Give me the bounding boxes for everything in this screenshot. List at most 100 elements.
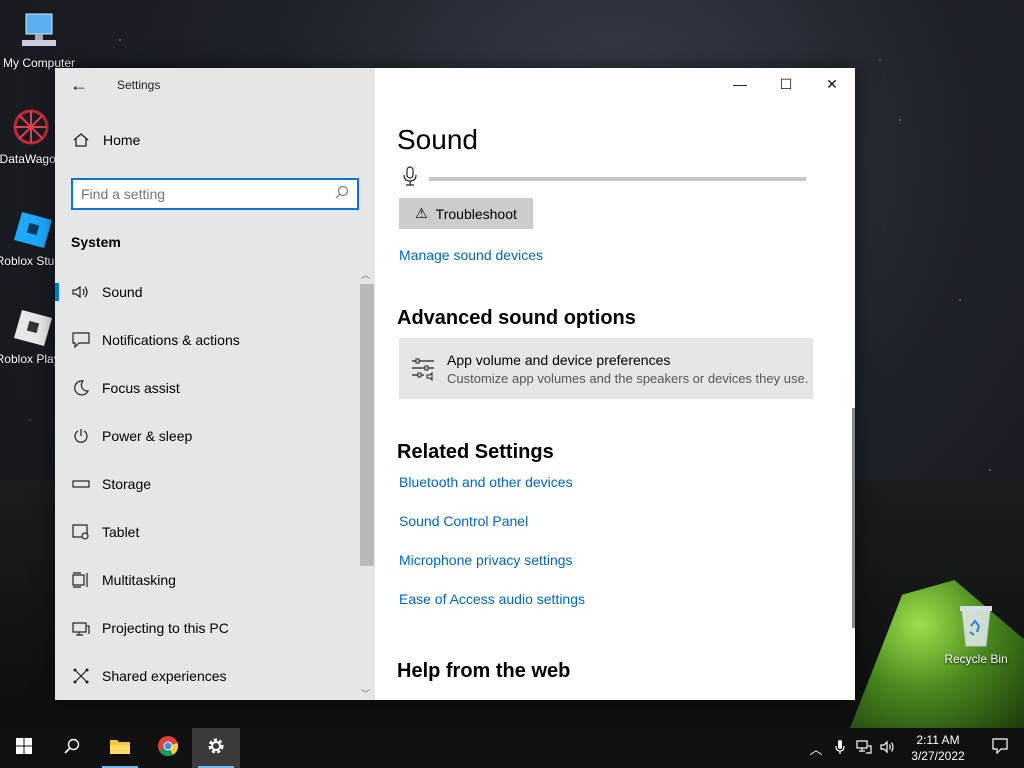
recycle-bin-icon: [940, 600, 1012, 648]
tray-microphone-button[interactable]: [828, 728, 852, 768]
search-icon: [335, 185, 349, 204]
desktop-icon-recycle-bin[interactable]: Recycle Bin: [940, 600, 1012, 666]
taskbar-search-button[interactable]: [48, 728, 96, 768]
mixer-icon: [409, 355, 437, 383]
notification-icon: [992, 737, 1008, 759]
sidebar-item-shared-experiences[interactable]: Shared experiences: [55, 652, 359, 700]
microphone-icon: [403, 166, 417, 191]
section-title: System: [71, 234, 121, 250]
troubleshoot-label: Troubleshoot: [435, 205, 517, 222]
back-arrow-icon: ←: [70, 74, 88, 95]
chrome-icon: [157, 735, 179, 762]
settings-nav-pane: ← Settings Home System Sound: [55, 68, 375, 700]
taskbar: ︿ 2:11 AM 3/27/2022: [0, 728, 1024, 768]
roblox-studio-icon: [10, 206, 56, 252]
chrome-button[interactable]: [144, 728, 192, 768]
storage-icon: [71, 474, 91, 494]
sidebar-item-label: Shared experiences: [102, 668, 227, 684]
microphone-privacy-link[interactable]: Microphone privacy settings: [399, 552, 573, 568]
taskbar-clock[interactable]: 2:11 AM 3/27/2022: [900, 732, 976, 764]
computer-icon: [16, 8, 62, 54]
search-input[interactable]: [81, 186, 335, 202]
file-explorer-button[interactable]: [96, 728, 144, 768]
system-tray: ︿ 2:11 AM 3/27/2022: [804, 728, 1024, 768]
microphone-level-bar: [429, 176, 806, 181]
desktop-icon-my-computer[interactable]: My Computer: [0, 8, 78, 70]
scroll-down-icon[interactable]: ﹀: [361, 687, 370, 700]
nav-home[interactable]: Home: [55, 118, 375, 162]
maximize-button[interactable]: ☐: [763, 68, 809, 100]
search-box[interactable]: [71, 178, 359, 210]
multitasking-icon: [71, 570, 91, 590]
nav-scrollbar[interactable]: ︿ ﹀: [359, 268, 374, 700]
home-icon: [73, 131, 91, 149]
minimize-icon: —: [733, 76, 747, 92]
troubleshoot-button[interactable]: ⚠ Troubleshoot: [399, 198, 533, 229]
search-icon: [64, 738, 80, 759]
projecting-icon: [71, 618, 91, 638]
app-volume-subtitle: Customize app volumes and the speakers o…: [447, 370, 809, 386]
sidebar-item-projecting[interactable]: Projecting to this PC: [55, 604, 359, 652]
shared-icon: [71, 666, 91, 686]
gear-icon: [206, 736, 226, 761]
sidebar-item-label: Storage: [102, 476, 152, 492]
sidebar-item-label: Sound: [102, 284, 143, 300]
ease-of-access-audio-link[interactable]: Ease of Access audio settings: [399, 591, 585, 607]
nav-list: Sound Notifications & actions Focus assi…: [55, 268, 359, 700]
app-volume-text: App volume and device preferences Custom…: [447, 352, 808, 386]
back-button[interactable]: ←: [55, 68, 103, 102]
sidebar-item-power-sleep[interactable]: Power & sleep: [55, 412, 359, 460]
moon-icon: [71, 378, 91, 398]
maximize-icon: ☐: [779, 75, 793, 92]
scroll-up-icon[interactable]: ︿: [361, 268, 370, 281]
settings-window: ← Settings Home System Sound: [55, 68, 855, 700]
sidebar-item-label: Notifications & actions: [102, 332, 240, 348]
manage-sound-devices-link[interactable]: Manage sound devices: [399, 247, 543, 263]
sidebar-item-label: Multitasking: [102, 572, 176, 588]
settings-app-button[interactable]: [192, 728, 240, 768]
close-icon: ✕: [826, 75, 838, 92]
sidebar-item-storage[interactable]: Storage: [55, 460, 359, 508]
bluetooth-devices-link[interactable]: Bluetooth and other devices: [399, 474, 573, 490]
sidebar-item-label: Tablet: [102, 524, 140, 540]
chevron-up-icon: ︿: [809, 741, 823, 757]
close-button[interactable]: ✕: [809, 68, 855, 100]
settings-content: — ☐ ✕ Sound ⚠ Troubleshoot Manage sound …: [375, 68, 855, 700]
tablet-icon: [71, 522, 91, 542]
sidebar-item-tablet[interactable]: Tablet: [55, 508, 359, 556]
window-controls: — ☐ ✕: [717, 68, 855, 100]
clock-date: 3/27/2022: [911, 749, 965, 763]
advanced-sound-heading: Advanced sound options: [397, 307, 636, 329]
minimize-button[interactable]: —: [717, 68, 763, 100]
clock-time: 2:11 AM: [916, 733, 960, 747]
sidebar-item-label: Power & sleep: [102, 428, 193, 444]
app-volume-title: App volume and device preferences: [447, 351, 671, 368]
action-center-button[interactable]: [976, 728, 1024, 768]
start-button[interactable]: [0, 728, 48, 768]
help-from-web-heading: Help from the web: [397, 660, 571, 682]
sidebar-item-label: Focus assist: [102, 380, 180, 396]
network-icon: [856, 739, 872, 757]
folder-icon: [109, 737, 131, 760]
content-scrollbar[interactable]: [852, 408, 855, 628]
tray-volume-button[interactable]: [876, 728, 900, 768]
show-hidden-icons-button[interactable]: ︿: [804, 728, 828, 768]
warning-icon: ⚠: [415, 205, 428, 221]
tray-network-button[interactable]: [852, 728, 876, 768]
app-volume-preferences-tile[interactable]: App volume and device preferences Custom…: [399, 338, 813, 399]
scrollbar-thumb[interactable]: [360, 284, 374, 566]
sidebar-item-label: Projecting to this PC: [102, 620, 229, 636]
datawagon-icon: [8, 104, 54, 150]
notification-icon: [71, 330, 91, 350]
sidebar-item-multitasking[interactable]: Multitasking: [55, 556, 359, 604]
sidebar-item-notifications[interactable]: Notifications & actions: [55, 316, 359, 364]
sidebar-item-sound[interactable]: Sound: [55, 268, 359, 316]
recycle-bin-label: Recycle Bin: [944, 652, 1008, 666]
speaker-icon: [71, 282, 91, 302]
page-title: Sound: [397, 124, 478, 155]
sound-control-panel-link[interactable]: Sound Control Panel: [399, 513, 528, 529]
microphone-icon: [835, 739, 845, 758]
sidebar-item-focus-assist[interactable]: Focus assist: [55, 364, 359, 412]
power-icon: [71, 426, 91, 446]
windows-logo-icon: [16, 737, 32, 759]
